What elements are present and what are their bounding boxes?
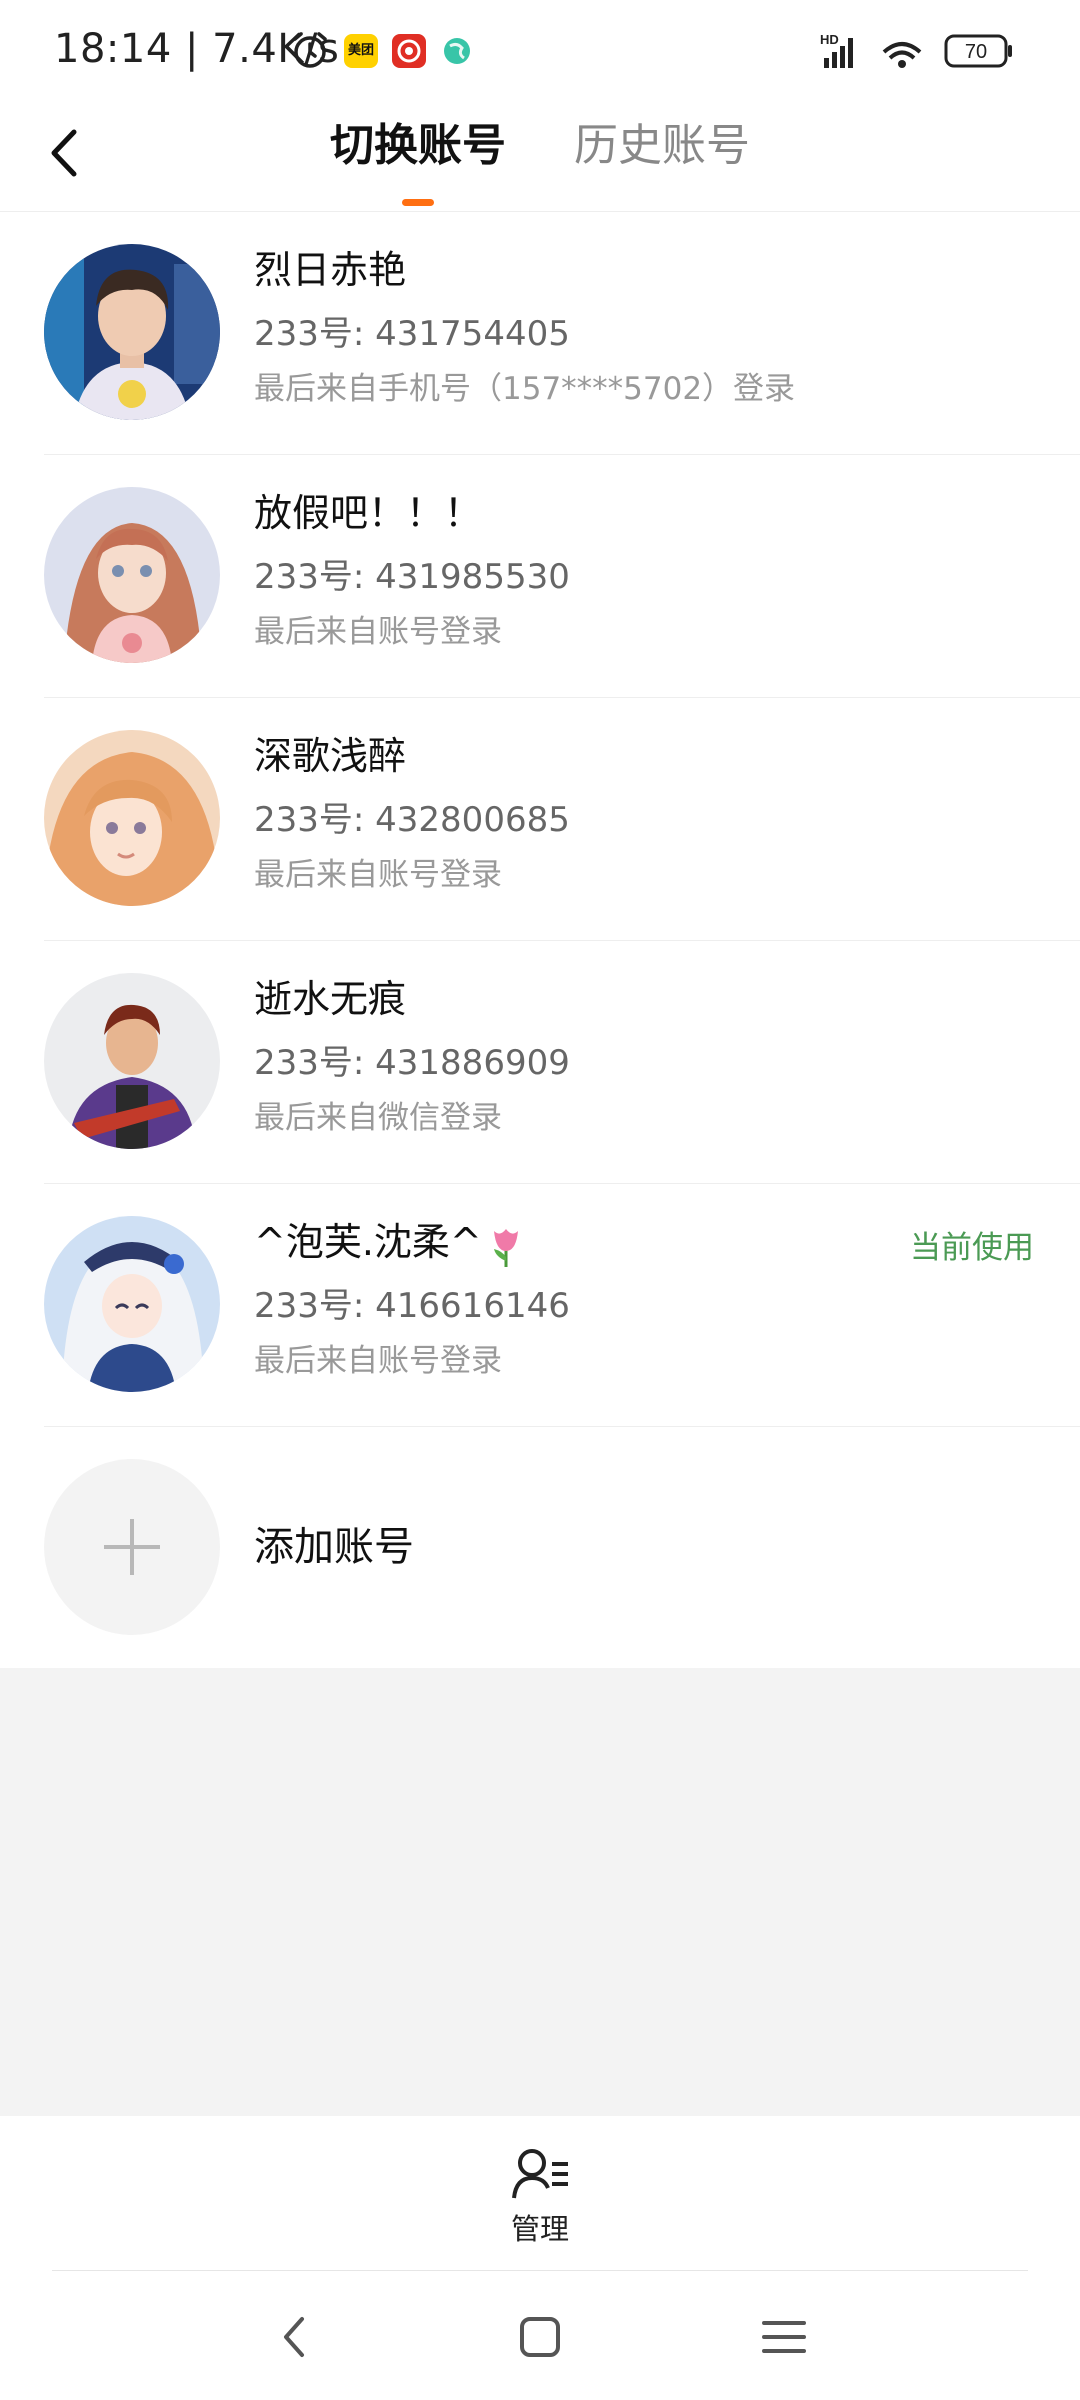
add-account-circle — [44, 1459, 220, 1635]
account-name: ^泡芙.沈柔^ — [254, 1216, 526, 1268]
login-source: 最后来自微信登录 — [254, 1100, 502, 1136]
tab-switch-account[interactable]: 切换账号 — [330, 118, 506, 174]
network-type: HD — [820, 32, 839, 47]
meituan-app-icon: 美团 — [344, 34, 378, 68]
pinduoduo-app-icon — [392, 34, 426, 68]
back-button[interactable] — [36, 118, 96, 188]
account-name-text: ^泡芙.沈柔^ — [254, 1220, 482, 1264]
system-back-icon[interactable] — [266, 2307, 326, 2367]
avatar — [44, 1216, 220, 1392]
bottom-action-bar: 管理 — [0, 2116, 1080, 2270]
system-nav-bar — [0, 2271, 1080, 2400]
tab-history-account[interactable]: 历史账号 — [574, 118, 750, 174]
tulip-icon — [493, 1228, 518, 1267]
login-source: 最后来自手机号（157****5702）登录 — [254, 371, 796, 407]
battery-level: 70 — [965, 41, 987, 63]
account-name: 烈日赤艳 — [254, 248, 407, 292]
account-row-current[interactable]: ^泡芙.沈柔^ 233号: 416616146 最后来自账号登录 当前使用 — [44, 1184, 1080, 1427]
plus-icon — [104, 1519, 160, 1575]
empty-area — [0, 1668, 1080, 2116]
account-id: 233号: 416616146 — [254, 1286, 570, 1326]
account-name: 逝水无痕 — [254, 977, 407, 1021]
account-row[interactable]: 深歌浅醉 233号: 432800685 最后来自账号登录 — [44, 698, 1080, 941]
account-id: 233号: 432800685 — [254, 800, 570, 840]
add-account-button[interactable]: 添加账号 — [44, 1427, 1080, 1667]
avatar — [44, 244, 220, 420]
manage-button[interactable]: 管理 — [490, 2146, 590, 2256]
status-indicators: HD 70 — [820, 32, 1012, 68]
account-id: 233号: 431754405 — [254, 314, 570, 354]
browser-app-icon — [440, 34, 474, 68]
account-name: 放假吧！！！ — [254, 491, 483, 535]
top-nav: 切换账号 历史账号 — [0, 100, 1080, 212]
account-row[interactable]: 烈日赤艳 233号: 431754405 最后来自手机号（157****5702… — [44, 212, 1080, 455]
system-menu-icon[interactable] — [754, 2307, 814, 2367]
account-row[interactable]: 逝水无痕 233号: 431886909 最后来自微信登录 — [44, 941, 1080, 1184]
avatar — [44, 487, 220, 663]
manage-label: 管理 — [510, 2212, 569, 2246]
account-list: 烈日赤艳 233号: 431754405 最后来自手机号（157****5702… — [0, 212, 1080, 1667]
account-name: 深歌浅醉 — [254, 734, 407, 778]
avatar — [44, 973, 220, 1149]
avatar — [44, 730, 220, 906]
login-source: 最后来自账号登录 — [254, 614, 502, 650]
login-source: 最后来自账号登录 — [254, 857, 502, 893]
account-id: 233号: 431985530 — [254, 557, 570, 597]
system-home-icon[interactable] — [510, 2307, 570, 2367]
login-source: 最后来自账号登录 — [254, 1343, 502, 1379]
account-id: 233号: 431886909 — [254, 1043, 570, 1083]
app-screen: 18:14 | 7.4K/s 美团 HD 70 切换账号 历史账号 烈日赤艳 2… — [0, 0, 1080, 2400]
alarm-icon — [293, 32, 327, 68]
add-account-label: 添加账号 — [254, 1524, 414, 1570]
user-list-icon — [512, 2149, 568, 2199]
active-tab-indicator — [402, 199, 434, 206]
current-account-badge: 当前使用 — [910, 1230, 1034, 1266]
status-bar: 18:14 | 7.4K/s 美团 HD 70 — [0, 0, 1080, 100]
account-row[interactable]: 放假吧！！！ 233号: 431985530 最后来自账号登录 — [44, 455, 1080, 698]
